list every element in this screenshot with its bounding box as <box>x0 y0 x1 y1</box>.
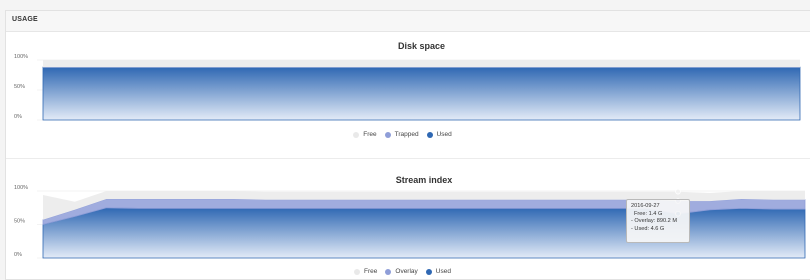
legend-item-trapped[interactable]: Trapped <box>384 131 419 138</box>
area-used <box>42 66 801 121</box>
legend-label: Free <box>364 268 378 275</box>
legend-label: Used <box>436 131 452 138</box>
legend-swatch <box>425 268 432 275</box>
legend-swatch <box>385 268 392 275</box>
y-tick-label: 0% <box>14 252 22 258</box>
legend-swatch <box>354 268 361 275</box>
legend-label: Trapped <box>394 131 419 138</box>
y-tick-label: 50% <box>14 84 25 90</box>
legend-label: Used <box>435 268 451 275</box>
chart-separator <box>6 158 810 159</box>
legend-label: Overlay <box>395 268 418 275</box>
chart-title: Disk space <box>398 41 445 51</box>
legend-item-free[interactable]: Free <box>353 131 377 138</box>
chart-title: Stream index <box>396 175 453 185</box>
legend-label: Free <box>363 131 377 138</box>
tooltip-line-used: - Used: 4.6 G <box>631 225 665 232</box>
tooltip-date: 2016-09-27 <box>631 203 660 209</box>
y-tick-label: 0% <box>14 114 22 120</box>
legend-item-used[interactable]: Used <box>426 131 452 138</box>
disk-space-chart: Disk space 100% 50% 0% Free Trapped Used <box>0 38 805 148</box>
y-tick-label: 50% <box>14 219 25 225</box>
legend-item-free[interactable]: Free <box>354 268 377 275</box>
area-free <box>43 60 800 68</box>
legend-swatch <box>426 131 433 138</box>
tooltip-line-free: Free: 1.4 G <box>634 210 663 217</box>
legend-item-overlay[interactable]: Overlay <box>385 268 418 275</box>
area-used <box>42 207 806 259</box>
stream-index-legend: Free Overlay Used <box>0 268 805 275</box>
tooltip-line-overlay: - Overlay: 890.2 M <box>631 218 678 225</box>
panel-title: USAGE <box>12 16 38 23</box>
legend-swatch <box>353 131 360 138</box>
y-tick-label: 100% <box>14 54 28 60</box>
hover-marker-free <box>675 188 681 195</box>
legend-swatch <box>384 131 391 138</box>
disk-space-legend: Free Trapped Used <box>0 131 805 138</box>
y-tick-label: 100% <box>14 185 28 191</box>
legend-item-used[interactable]: Used <box>425 268 451 275</box>
chart-tooltip: 2016-09-27 Free: 1.4 G - Overlay: 890.2 … <box>626 199 690 243</box>
panel-header: USAGE <box>6 11 810 32</box>
